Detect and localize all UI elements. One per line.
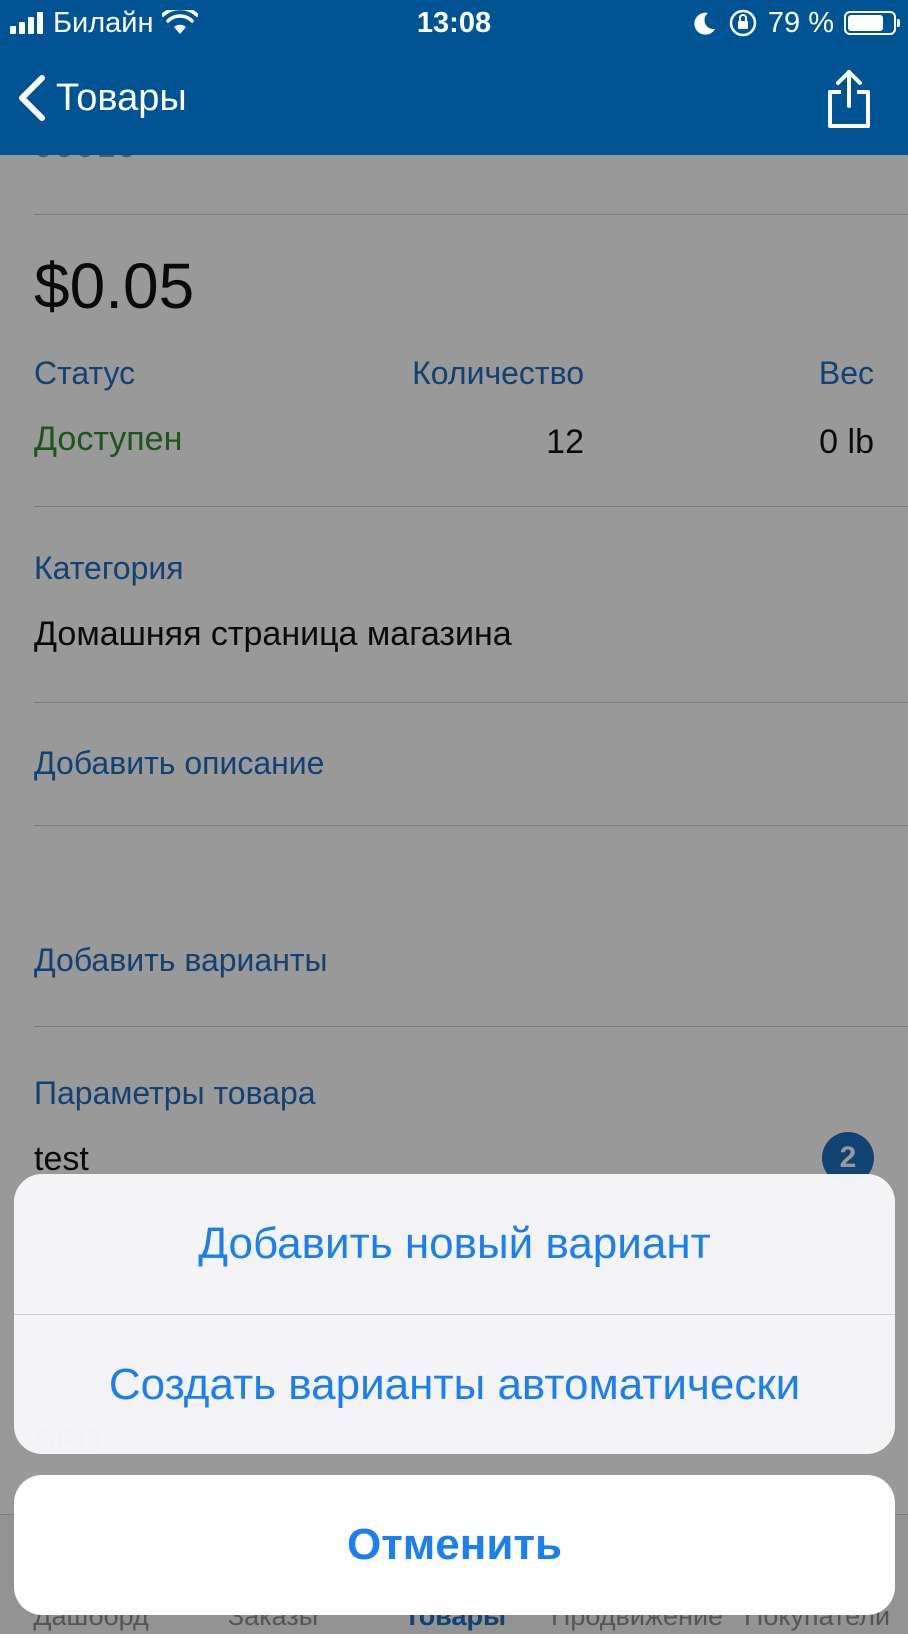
chevron-left-icon [19,75,45,121]
battery-icon [844,11,900,35]
share-icon[interactable] [826,68,872,130]
back-label: Товары [56,77,187,119]
navigation-bar: Товары [0,46,908,155]
status-bar: Билайн 13:08 79 % [0,0,908,46]
battery-fill [848,15,883,31]
rotation-lock-icon [729,9,757,37]
create-variants-auto-button[interactable]: Создать варианты автоматически [14,1315,895,1454]
cancel-button[interactable]: Отменить [14,1475,895,1615]
moon-icon [694,12,715,35]
battery-percent: 79 % [767,6,834,39]
add-new-variant-button[interactable]: Добавить новый вариант [14,1174,895,1314]
back-button[interactable]: Товары [14,74,187,122]
action-sheet: Добавить новый вариант Создать варианты … [14,1174,895,1454]
status-right: 79 % [692,5,900,41]
